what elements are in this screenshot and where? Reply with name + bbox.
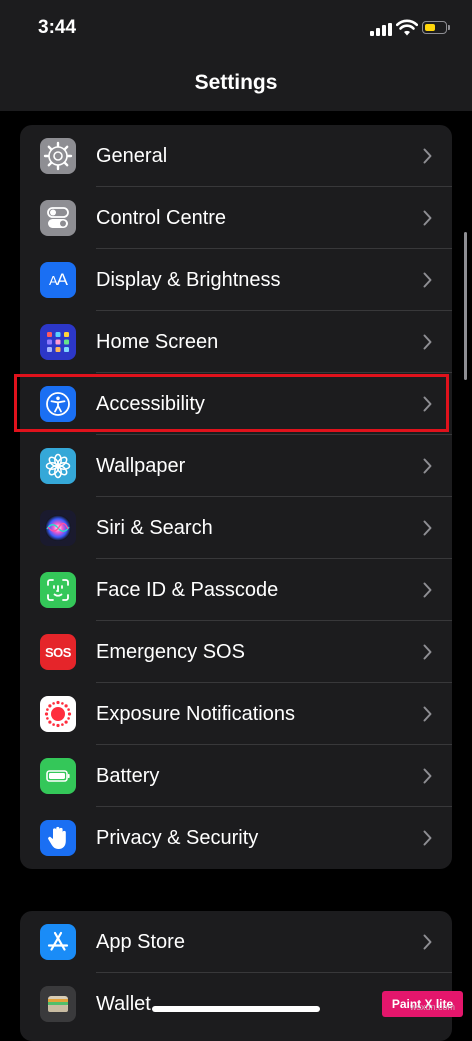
settings-row-label: Emergency SOS — [96, 641, 245, 663]
cellular-signal-icon — [370, 23, 392, 36]
scrollbar[interactable] — [464, 232, 467, 380]
navigation-header: 3:44 Settings — [0, 0, 472, 111]
settings-row-label: Face ID & Passcode — [96, 579, 279, 601]
text-size-icon: AA — [40, 262, 76, 298]
wallet-icon — [40, 986, 76, 1022]
siri-icon — [40, 510, 76, 546]
settings-group-main: General Control Centre AA Display & Brig… — [20, 125, 452, 869]
wifi-icon — [396, 19, 418, 36]
gear-icon — [40, 138, 76, 174]
chevron-right-icon — [423, 148, 432, 164]
settings-row-label: Display & Brightness — [96, 269, 281, 291]
chevron-right-icon — [423, 272, 432, 288]
settings-row-app-store[interactable]: App Store — [20, 911, 452, 973]
settings-row-face-id-passcode[interactable]: Face ID & Passcode — [20, 559, 452, 621]
settings-row-label: Accessibility — [96, 393, 205, 415]
app-store-icon — [40, 924, 76, 960]
app-grid-icon — [40, 324, 76, 360]
toggles-icon — [40, 200, 76, 236]
settings-row-label: Control Centre — [96, 207, 227, 229]
settings-row-label: Exposure Notifications — [96, 703, 295, 725]
settings-row-label: Battery — [96, 765, 160, 787]
chevron-right-icon — [423, 458, 432, 474]
exposure-icon — [40, 696, 76, 732]
settings-row-battery[interactable]: Battery — [20, 745, 452, 807]
chevron-right-icon — [423, 210, 432, 226]
settings-row-label: Siri & Search — [96, 517, 213, 539]
chevron-right-icon — [423, 768, 432, 784]
settings-row-label: Wallpaper — [96, 455, 186, 477]
settings-row-home-screen[interactable]: Home Screen — [20, 311, 452, 373]
chevron-right-icon — [423, 830, 432, 846]
page-title: Settings — [194, 71, 278, 94]
home-indicator[interactable] — [152, 1006, 320, 1012]
watermark-site: wsxdn.com — [410, 1002, 456, 1012]
settings-row-label: App Store — [96, 931, 185, 953]
settings-row-display-brightness[interactable]: AA Display & Brightness — [20, 249, 452, 311]
chevron-right-icon — [423, 644, 432, 660]
sos-icon-text: SOS — [45, 644, 71, 660]
accessibility-icon — [40, 386, 76, 422]
settings-row-emergency-sos[interactable]: SOS Emergency SOS — [20, 621, 452, 683]
settings-row-label: Home Screen — [96, 331, 219, 353]
settings-row-wallpaper[interactable]: Wallpaper — [20, 435, 452, 497]
settings-row-general[interactable]: General — [20, 125, 452, 187]
hand-icon — [40, 820, 76, 856]
status-time: 3:44 — [38, 17, 77, 38]
settings-row-exposure-notifications[interactable]: Exposure Notifications — [20, 683, 452, 745]
settings-row-privacy-security[interactable]: Privacy & Security — [20, 807, 452, 869]
battery-status-icon — [422, 21, 450, 34]
face-id-icon — [40, 572, 76, 608]
chevron-right-icon — [423, 520, 432, 536]
battery-icon — [40, 758, 76, 794]
chevron-right-icon — [423, 396, 432, 412]
settings-group-apps: App Store Wallet — [20, 911, 452, 1041]
chevron-right-icon — [423, 334, 432, 350]
sos-icon: SOS — [40, 634, 76, 670]
settings-row-label: Privacy & Security — [96, 827, 259, 849]
settings-row-control-centre[interactable]: Control Centre — [20, 187, 452, 249]
chevron-right-icon — [423, 934, 432, 950]
settings-row-accessibility[interactable]: Accessibility — [20, 373, 452, 435]
settings-row-label: Wallet — [96, 993, 151, 1015]
chevron-right-icon — [423, 582, 432, 598]
flower-icon — [40, 448, 76, 484]
settings-row-siri-search[interactable]: Siri & Search — [20, 497, 452, 559]
settings-row-label: General — [96, 145, 168, 167]
chevron-right-icon — [423, 706, 432, 722]
